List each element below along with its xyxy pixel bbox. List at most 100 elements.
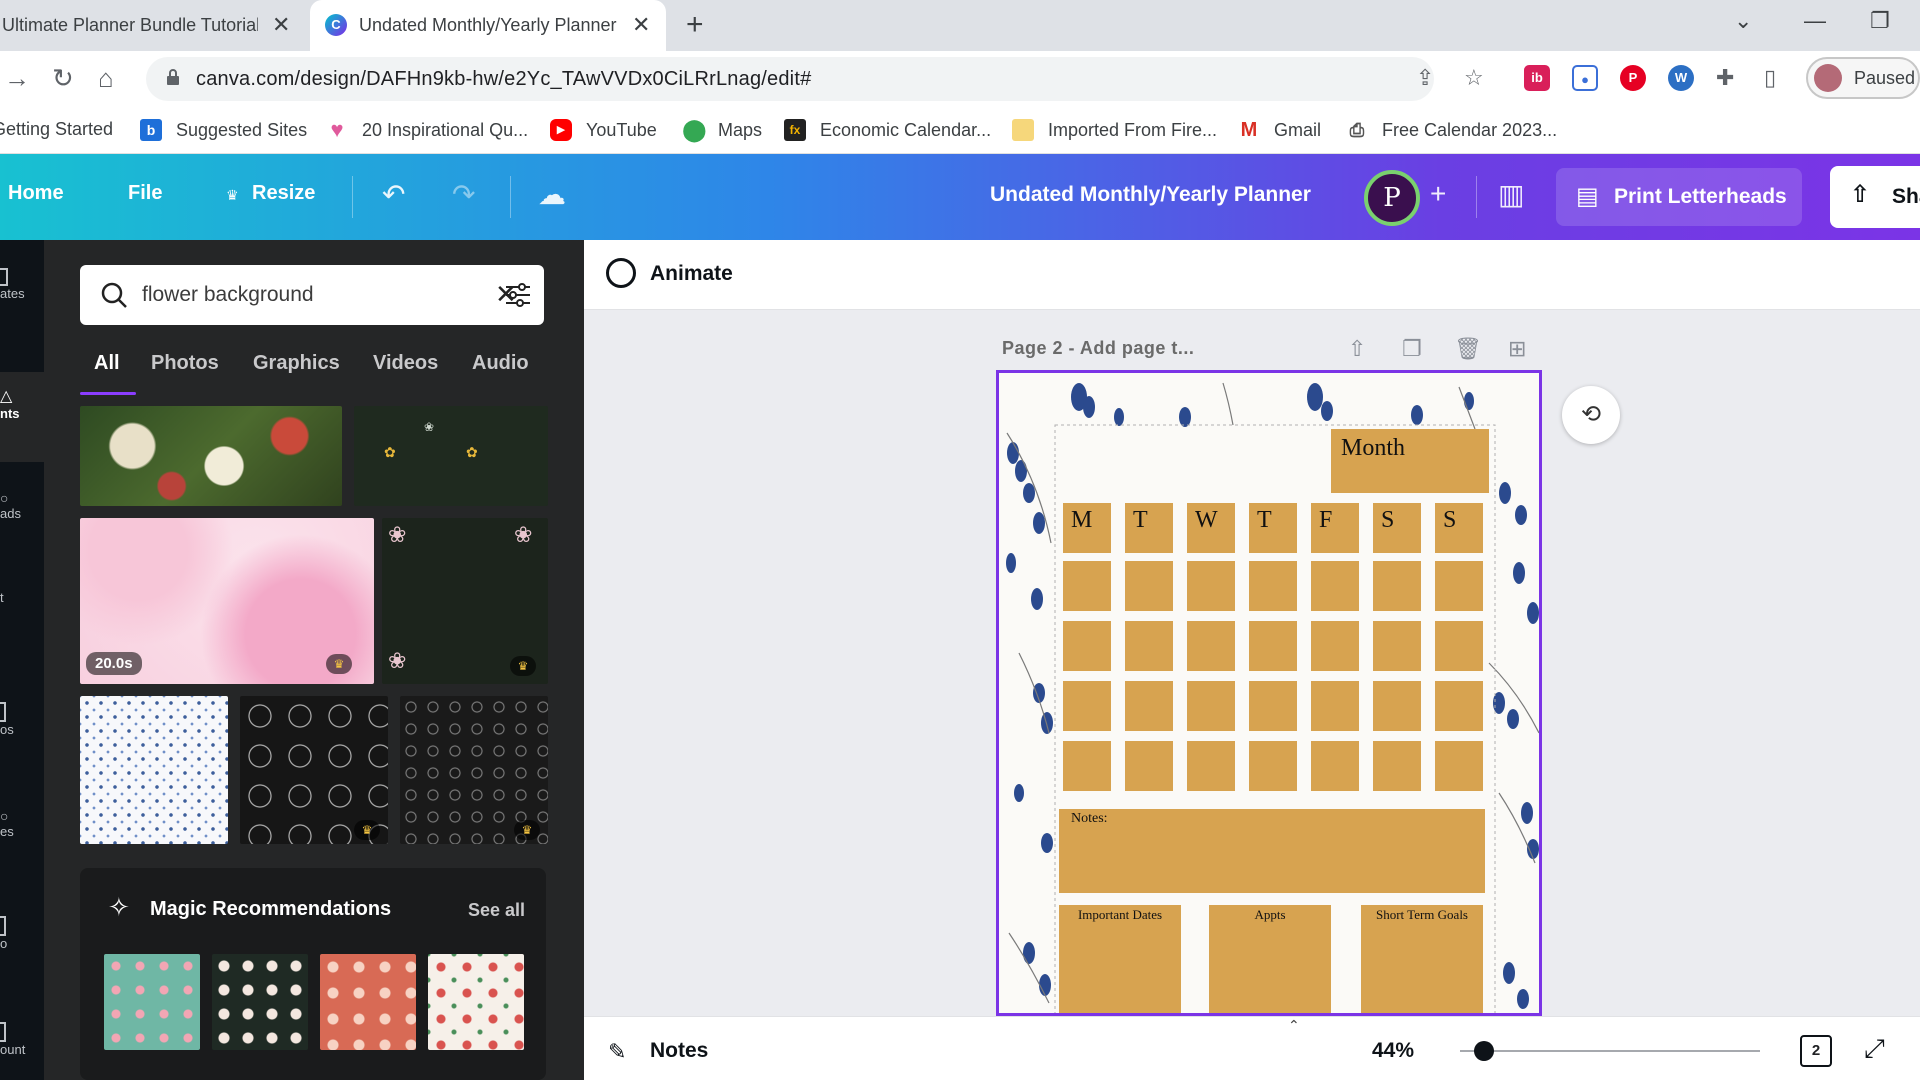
calendar-day-cell[interactable] [1435,621,1483,671]
bookmark-star-icon[interactable]: ☆ [1464,65,1484,91]
tab-photos[interactable]: Photos [151,352,219,375]
restore-icon[interactable]: ❐ [1870,8,1890,34]
file-menu-button[interactable]: File [128,182,162,205]
minimize-icon[interactable]: — [1804,8,1826,34]
browser-tab[interactable]: Ultimate Planner Bundle Tutorial ✕ [0,0,300,51]
bookmark-item[interactable]: Imported From Fire... [1012,119,1217,141]
notes-button[interactable]: Notes [650,1039,708,1063]
flower-graphic-thumbnail[interactable]: ✿ ✿ ❀ [354,406,548,506]
tab-videos[interactable]: Videos [373,352,438,375]
bookmark-item[interactable]: ⎙ Free Calendar 2023... [1346,119,1557,141]
month-header-box[interactable]: Month [1331,429,1489,493]
insights-chart-icon[interactable]: ▥ [1498,178,1524,211]
appts-box[interactable]: Appts [1209,905,1331,1013]
calendar-day-cell[interactable] [1125,561,1173,611]
calendar-day-cell[interactable] [1187,561,1235,611]
blue-floral-pattern-thumbnail[interactable] [80,696,228,844]
calendar-day-cell[interactable] [1373,561,1421,611]
recommendation-thumbnail[interactable] [428,954,524,1050]
zoom-slider-track[interactable] [1460,1050,1760,1052]
rail-uploads[interactable]: ○ ads [0,490,44,521]
zoom-level[interactable]: 44% [1372,1039,1414,1063]
calendar-day-cell[interactable] [1435,741,1483,791]
line-rose-pattern-thumbnail[interactable]: ♛ [240,696,388,844]
calendar-day-cell[interactable] [1311,681,1359,731]
browser-tab-active[interactable]: C Undated Monthly/Yearly Planner ✕ [310,0,666,51]
weekday-cell[interactable]: M [1063,503,1111,553]
flower-photo-thumbnail[interactable] [80,406,342,506]
bookmark-item[interactable]: fx Economic Calendar... [784,119,991,141]
rail-audio[interactable]: o [0,916,44,951]
share-button[interactable]: ⇧ Share [1830,166,1920,228]
calendar-day-cell[interactable] [1435,681,1483,731]
add-comment-icon[interactable]: ⟲ [1562,386,1620,444]
calendar-day-cell[interactable] [1311,621,1359,671]
design-page[interactable]: Month M T W T F S S Notes: Important Dat… [996,370,1542,1016]
print-letterheads-button[interactable]: ▤ Print Letterheads [1556,168,1802,226]
zoom-slider-handle[interactable] [1474,1041,1494,1061]
redo-icon[interactable]: ↷ [452,178,475,211]
rail-styles[interactable]: ○ es [0,808,44,839]
calendar-day-cell[interactable] [1373,681,1421,731]
rail-elements[interactable]: △ nts [0,372,44,462]
reload-icon[interactable]: ↻ [52,63,74,94]
calendar-day-cell[interactable] [1063,741,1111,791]
calendar-day-cell[interactable] [1311,741,1359,791]
avatar[interactable]: P [1364,170,1420,226]
calendar-day-cell[interactable] [1373,621,1421,671]
calendar-day-cell[interactable] [1063,681,1111,731]
rail-photos[interactable]: os [0,702,44,737]
wordtune-extension-icon[interactable]: W [1668,65,1694,91]
calendar-day-cell[interactable] [1125,681,1173,731]
weekday-cell[interactable]: F [1311,503,1359,553]
cloud-saved-icon[interactable]: ☁ [538,178,566,211]
floral-frame-thumbnail[interactable]: ❀ ❀ ❀ ♛ [382,518,548,684]
fullscreen-icon[interactable]: ⤢ [1864,1033,1885,1065]
page-count-button[interactable]: 2 [1800,1035,1832,1067]
calendar-day-cell[interactable] [1249,561,1297,611]
weekday-cell[interactable]: T [1125,503,1173,553]
forward-icon[interactable]: → [4,63,30,94]
calendar-day-cell[interactable] [1063,621,1111,671]
rail-text[interactable]: t [0,590,44,605]
extensions-puzzle-icon[interactable]: ✚ [1716,65,1734,91]
calendar-day-cell[interactable] [1187,741,1235,791]
profile-button[interactable]: Paused [1806,57,1920,99]
new-tab-icon[interactable]: + [686,8,704,42]
notes-box[interactable]: Notes: [1059,809,1485,893]
page-title-label[interactable]: Page 2 - Add page t... [1002,338,1194,359]
bookmark-item[interactable]: ▶ YouTube [550,119,657,141]
calendar-day-cell[interactable] [1249,681,1297,731]
watercolor-video-thumbnail[interactable]: 20.0s ♛ [80,518,374,684]
close-tab-icon[interactable]: ✕ [272,12,290,38]
home-icon[interactable]: ⌂ [98,63,114,94]
expand-pages-chevron-icon[interactable]: ⌃ [1288,1017,1300,1034]
recommendation-thumbnail[interactable] [104,954,200,1050]
calendar-day-cell[interactable] [1435,561,1483,611]
resize-button[interactable]: Resize [252,182,315,205]
leaf-outline-pattern-thumbnail[interactable]: ♛ [400,696,548,844]
calendar-day-cell[interactable] [1373,741,1421,791]
search-input[interactable]: flower background ✕ [80,265,544,325]
filter-sliders-icon[interactable] [504,281,532,309]
calendar-day-cell[interactable] [1249,741,1297,791]
add-page-icon[interactable]: ⊞ [1508,336,1526,362]
close-tab-icon[interactable]: ✕ [632,12,650,38]
document-title[interactable]: Undated Monthly/Yearly Planner [990,183,1311,207]
screen-recorder-extension-icon[interactable]: ● [1572,65,1598,91]
recommendation-thumbnail[interactable] [320,954,416,1050]
tab-search-chevron-icon[interactable]: ⌄ [1734,8,1752,34]
rail-account[interactable]: ount [0,1022,44,1057]
bookmark-item[interactable]: M Gmail [1238,119,1321,141]
calendar-day-cell[interactable] [1125,621,1173,671]
pinterest-extension-icon[interactable]: P [1620,65,1646,91]
see-all-link[interactable]: See all [468,900,525,921]
ib-extension-icon[interactable]: ib [1524,65,1550,91]
short-term-goals-box[interactable]: Short Term Goals [1361,905,1483,1013]
calendar-day-cell[interactable] [1311,561,1359,611]
rail-templates[interactable]: ates [0,268,44,301]
bookmark-item[interactable]: Getting Started [0,119,113,140]
animate-button[interactable]: Animate [650,262,733,286]
url-field[interactable]: canva.com/design/DAFHn9kb-hw/e2Yc_TAwVVD… [146,57,1434,101]
share-page-icon[interactable]: ⇪ [1416,65,1434,91]
